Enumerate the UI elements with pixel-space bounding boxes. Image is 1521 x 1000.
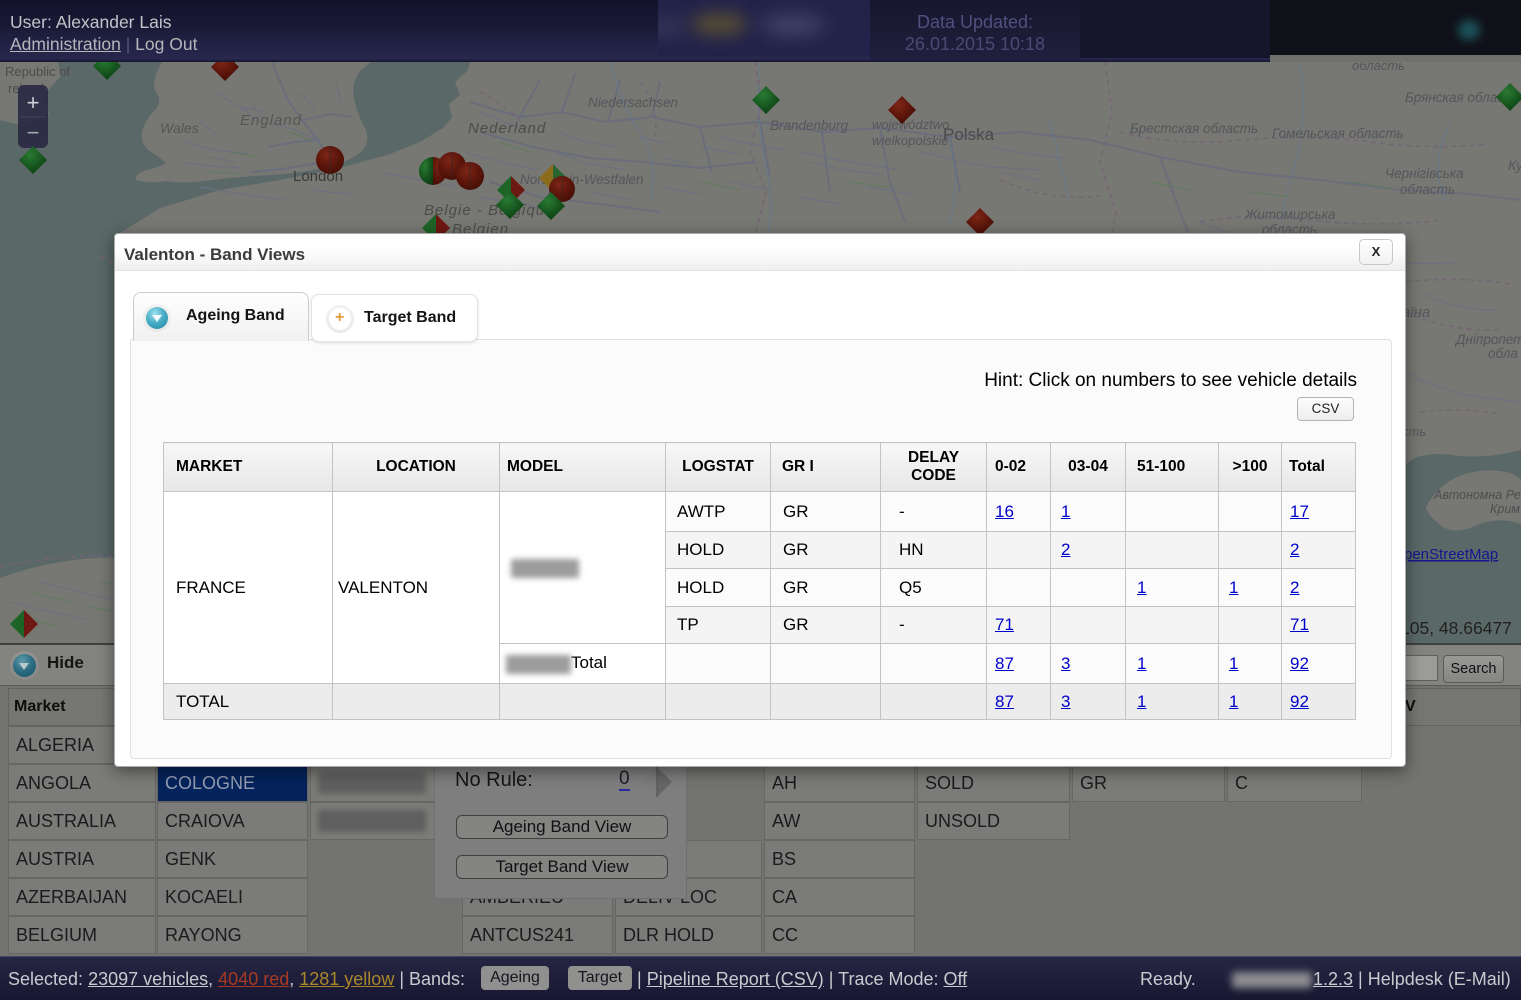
svg-text:Nordrhein-Westfalen: Nordrhein-Westfalen xyxy=(520,172,644,187)
svg-text:обла: обла xyxy=(1488,346,1518,361)
svg-text:Гомельская область: Гомельская область xyxy=(1272,126,1404,141)
svg-text:Дніпропет: Дніпропет xyxy=(1454,332,1521,347)
svg-text:область: область xyxy=(1352,62,1405,73)
svg-text:Brandenburg: Brandenburg xyxy=(770,118,849,133)
svg-text:+: + xyxy=(27,90,40,115)
svg-text:Крим: Крим xyxy=(1490,502,1520,516)
svg-text:Чернігівська: Чернігівська xyxy=(1385,166,1464,181)
svg-text:область: область xyxy=(1400,182,1455,197)
svg-text:wielkopolskie: wielkopolskie xyxy=(872,133,949,148)
svg-text:Nederland: Nederland xyxy=(468,120,546,137)
svg-text:województwo: województwo xyxy=(872,117,949,132)
svg-text:Polska: Polska xyxy=(943,125,995,144)
svg-text:аїна: аїна xyxy=(1402,304,1430,321)
svg-text:England: England xyxy=(240,112,302,129)
svg-text:Republic of: Republic of xyxy=(5,64,70,79)
svg-text:Житомирська: Житомирська xyxy=(1244,207,1336,222)
svg-text:Брестская область: Брестская область xyxy=(1130,121,1258,136)
svg-text:Автономна Ре: Автономна Ре xyxy=(1433,488,1521,502)
svg-text:105, 48.66477: 105, 48.66477 xyxy=(1400,618,1512,638)
svg-text:Wales: Wales xyxy=(160,120,199,136)
svg-text:Belgie - Belgique: Belgie - Belgique xyxy=(424,202,554,219)
svg-text:−: − xyxy=(27,120,40,145)
svg-text:Ку: Ку xyxy=(1508,157,1521,173)
svg-text:penStreetMap: penStreetMap xyxy=(1404,546,1498,563)
svg-text:Niedersachsen: Niedersachsen xyxy=(588,95,678,110)
